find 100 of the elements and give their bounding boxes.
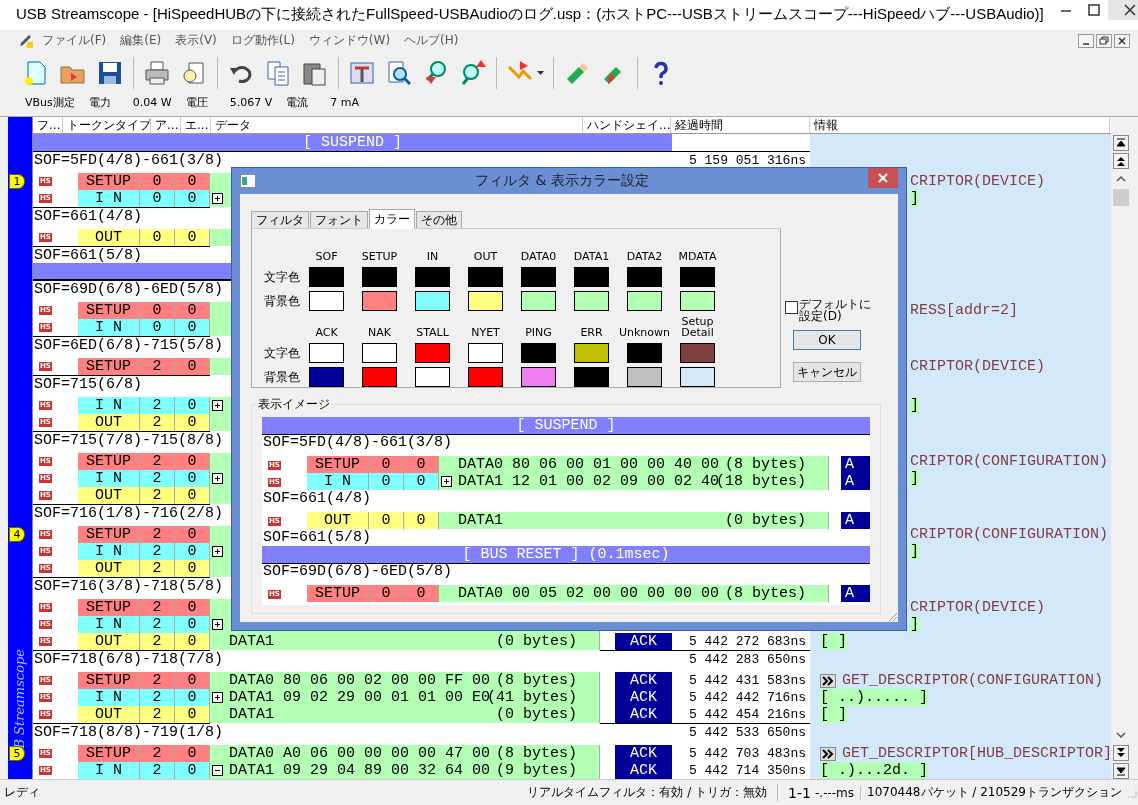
- color-swatch[interactable]: [415, 267, 450, 287]
- color-swatch[interactable]: [680, 343, 715, 363]
- column-header[interactable]: ア...: [151, 116, 181, 133]
- page-down-icon[interactable]: [1113, 745, 1129, 762]
- hex-dump: [ .)...2d. ]: [820, 762, 929, 780]
- minimize-icon[interactable]: [1078, 33, 1094, 48]
- tab[interactable]: カラー: [369, 209, 415, 229]
- token-cell: I N: [78, 396, 140, 415]
- menu-item[interactable]: ログ動作(L): [224, 31, 301, 51]
- close-icon[interactable]: [1107, 0, 1138, 20]
- filter-status: リアルタイムフィルタ：有効 / トリガ：無効: [527, 784, 779, 801]
- token-cell: OUT: [78, 228, 140, 247]
- token-cell: SETUP: [78, 301, 140, 320]
- column-header[interactable]: フ...: [33, 116, 63, 133]
- size-grip-icon[interactable]: [886, 610, 898, 622]
- address-cell: 2: [140, 525, 175, 544]
- color-swatch[interactable]: [627, 367, 662, 387]
- vbus-label: VBus測定: [25, 95, 75, 111]
- column-header[interactable]: データ: [211, 116, 583, 133]
- column-header[interactable]: エ...: [181, 116, 211, 133]
- color-swatch[interactable]: [521, 291, 556, 311]
- document-icon[interactable]: [18, 32, 34, 49]
- close-icon[interactable]: [1114, 33, 1130, 48]
- color-swatch[interactable]: [362, 343, 397, 363]
- menu-item[interactable]: ヘルプ(H): [398, 31, 465, 51]
- color-swatch[interactable]: [309, 367, 344, 387]
- endpoint-cell: 0: [175, 452, 210, 471]
- color-swatch[interactable]: [468, 367, 503, 387]
- expand-icon[interactable]: [212, 192, 223, 204]
- color-swatch[interactable]: [415, 367, 450, 387]
- color-swatch[interactable]: [680, 267, 715, 287]
- color-label: DATA0: [519, 251, 558, 265]
- expand-icon[interactable]: [212, 545, 223, 557]
- token-cell: I N: [307, 473, 369, 491]
- expand-icon[interactable]: [441, 476, 452, 487]
- size-grip-icon[interactable]: [1126, 786, 1138, 799]
- color-swatch[interactable]: [574, 267, 609, 287]
- count-text: 1070448パケット / 210529トランザクション: [867, 784, 1122, 801]
- tab[interactable]: その他: [416, 211, 462, 228]
- color-swatch[interactable]: [521, 367, 556, 387]
- color-swatch[interactable]: [415, 343, 450, 363]
- token-cell: OUT: [307, 512, 369, 530]
- endpoint-cell: 0: [175, 396, 210, 415]
- handshake-cell: A: [841, 473, 870, 491]
- checkbox[interactable]: [785, 301, 798, 314]
- menu-item[interactable]: ファイル(F): [36, 31, 113, 51]
- magnifier-up-icon[interactable]: [459, 58, 487, 87]
- scroll-thumb[interactable]: [1113, 188, 1129, 206]
- scroll-bottom-icon[interactable]: [1113, 763, 1129, 780]
- column-header[interactable]: 情報: [810, 116, 1110, 133]
- color-label: IN: [425, 251, 440, 265]
- color-swatch[interactable]: [468, 267, 503, 287]
- menu-item[interactable]: ウィンドウ(W): [302, 31, 397, 51]
- color-swatch[interactable]: [309, 291, 344, 311]
- elapsed-time: 5 442 703 483ns: [688, 745, 806, 761]
- elapsed-time: 5 442 714 350ns: [688, 762, 806, 778]
- expand-icon[interactable]: [212, 472, 223, 484]
- expand-icon[interactable]: [212, 691, 223, 703]
- expand-icon[interactable]: [212, 618, 223, 630]
- color-swatch[interactable]: [574, 343, 609, 363]
- caret-icon[interactable]: [537, 70, 544, 75]
- page-up-icon[interactable]: [1113, 152, 1129, 169]
- color-swatch[interactable]: [627, 291, 662, 311]
- color-swatch[interactable]: [574, 291, 609, 311]
- color-swatch[interactable]: [521, 267, 556, 287]
- color-swatch[interactable]: [362, 367, 397, 387]
- column-header[interactable]: 経過時間: [671, 116, 810, 133]
- restore-icon[interactable]: [1096, 33, 1112, 48]
- color-swatch[interactable]: [362, 267, 397, 287]
- color-swatch[interactable]: [521, 343, 556, 363]
- ok-button[interactable]: OK: [793, 330, 861, 350]
- color-swatch[interactable]: [362, 291, 397, 311]
- color-swatch[interactable]: [627, 343, 662, 363]
- cancel-button[interactable]: キャンセル: [793, 362, 861, 382]
- column-header[interactable]: ハンドシェイ...: [583, 116, 671, 133]
- expand-icon[interactable]: [212, 399, 223, 411]
- menu-item[interactable]: 編集(E): [114, 31, 168, 51]
- tab[interactable]: フィルタ: [251, 211, 309, 228]
- color-swatch[interactable]: [468, 291, 503, 311]
- endpoint-cell: 0: [404, 585, 439, 603]
- color-swatch[interactable]: [627, 267, 662, 287]
- collapse-icon[interactable]: [212, 764, 223, 776]
- color-swatch[interactable]: [574, 367, 609, 387]
- color-swatch[interactable]: [680, 291, 715, 311]
- menu-item[interactable]: 表示(V): [169, 31, 223, 51]
- printer-icon[interactable]: [143, 58, 171, 87]
- color-swatch[interactable]: [309, 343, 344, 363]
- color-swatch[interactable]: [415, 291, 450, 311]
- address-cell: 2: [140, 744, 175, 763]
- color-swatch[interactable]: [309, 267, 344, 287]
- scroll-top-icon[interactable]: [1113, 134, 1129, 151]
- checkbox-label[interactable]: デフォルトに設定(D): [799, 298, 881, 322]
- tab[interactable]: フォント: [310, 211, 368, 228]
- hex-dump: [ ..)..... ]: [820, 689, 929, 707]
- color-swatch[interactable]: [680, 367, 715, 387]
- color-label: OUT: [472, 251, 499, 265]
- find-document-icon[interactable]: [385, 58, 413, 87]
- color-swatch[interactable]: [468, 343, 503, 363]
- endpoint-cell: 0: [404, 456, 439, 474]
- window-icon: [240, 174, 256, 188]
